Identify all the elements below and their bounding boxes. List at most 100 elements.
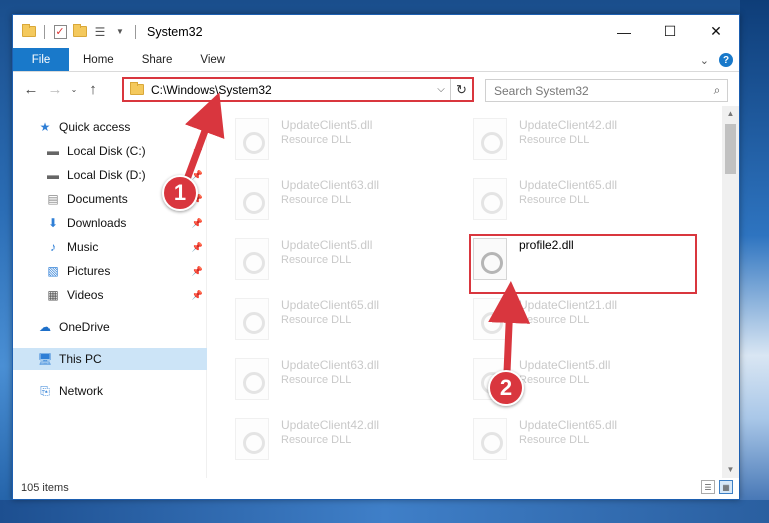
desktop-background-right: [740, 0, 769, 523]
scroll-up-icon[interactable]: ▲: [722, 106, 739, 122]
file-name: UpdateClient5.dll: [281, 238, 373, 252]
file-list: UpdateClient5.dll Resource DLL UpdateClie…: [207, 106, 739, 478]
pin-icon[interactable]: 📌: [192, 266, 203, 277]
close-button[interactable]: ✕: [693, 15, 739, 48]
network-icon: ⎘: [40, 383, 50, 398]
navigation-buttons: ← → ⌄ ↑: [13, 79, 125, 99]
sidebar-item-downloads[interactable]: ⬇ Downloads 📌: [13, 212, 207, 234]
customize-toolbar-icon[interactable]: ▼: [112, 24, 128, 40]
sidebar-item-this-pc[interactable]: 🖥 This PC: [13, 348, 207, 370]
main-area: ★ Quick access ▬ Local Disk (C:) 📌 ▬ Loc…: [13, 106, 739, 478]
search-placeholder: Search System32: [494, 83, 589, 98]
cloud-icon: ☁: [39, 320, 51, 334]
file-item[interactable]: UpdateClient65.dll Resource DLL: [473, 178, 703, 228]
vertical-scrollbar[interactable]: ▲ ▼: [722, 106, 739, 478]
sidebar-item-quick-access[interactable]: ★ Quick access: [13, 116, 207, 138]
file-item[interactable]: UpdateClient63.dll Resource DLL: [235, 358, 465, 408]
file-item[interactable]: UpdateClient42.dll Resource DLL: [473, 118, 703, 168]
file-item[interactable]: UpdateClient5.dll Resource DLL: [235, 238, 465, 288]
new-folder-icon[interactable]: [72, 24, 88, 40]
details-view-icon[interactable]: ☰: [701, 480, 715, 494]
file-type: Resource DLL: [519, 134, 590, 146]
file-name: UpdateClient5.dll: [519, 358, 611, 372]
sidebar-item-label: Pictures: [67, 264, 111, 278]
sidebar-item-local-disk-c[interactable]: ▬ Local Disk (C:) 📌: [13, 140, 207, 162]
tab-view[interactable]: View: [186, 48, 239, 71]
help-icon[interactable]: ?: [719, 53, 733, 67]
pin-icon[interactable]: 📌: [192, 218, 203, 229]
maximize-button[interactable]: ☐: [647, 15, 693, 48]
forward-arrow-icon[interactable]: →: [45, 79, 65, 99]
tab-file[interactable]: File: [13, 48, 69, 71]
sidebar-item-label: Quick access: [59, 120, 131, 134]
file-name: UpdateClient63.dll: [281, 358, 380, 372]
status-bar: 105 items ☰ ▦: [13, 477, 739, 499]
view-options-icon[interactable]: ☰: [92, 24, 108, 40]
sidebar-item-music[interactable]: ♪ Music 📌: [13, 236, 207, 258]
pin-icon[interactable]: 📌: [192, 290, 203, 301]
file-name: UpdateClient65.dll: [519, 178, 618, 192]
dll-file-icon: [473, 178, 507, 220]
file-type: Resource DLL: [281, 434, 352, 446]
minimize-button[interactable]: —: [601, 15, 647, 48]
file-name: UpdateClient21.dll: [519, 298, 618, 312]
back-arrow-icon[interactable]: ←: [21, 79, 41, 99]
folder-icon[interactable]: [21, 24, 37, 40]
dll-file-icon: [235, 418, 269, 460]
recent-locations-icon[interactable]: ⌄: [69, 79, 79, 99]
file-item[interactable]: UpdateClient21.dll Resource DLL: [473, 298, 703, 348]
sidebar-item-label: Music: [67, 240, 99, 254]
scroll-down-icon[interactable]: ▼: [722, 462, 739, 478]
file-item[interactable]: UpdateClient65.dll Resource DLL: [473, 418, 703, 468]
address-path[interactable]: C:\Windows\System32: [151, 83, 432, 97]
file-item[interactable]: UpdateClient5.dll Resource DLL: [235, 118, 465, 168]
desktop-background-bottom: [0, 500, 769, 523]
address-dropdown-icon[interactable]: ⌵: [432, 84, 450, 95]
step-badge-2: 2: [488, 370, 524, 406]
tab-home[interactable]: Home: [69, 48, 128, 71]
file-name: UpdateClient5.dll: [281, 118, 373, 132]
sidebar-item-label: Downloads: [67, 216, 127, 230]
refresh-icon[interactable]: ↻: [450, 79, 472, 100]
dll-file-icon: [235, 238, 269, 280]
item-count: 105 items: [21, 482, 69, 494]
dll-file-icon: [235, 298, 269, 340]
dll-file-icon: [473, 118, 507, 160]
large-icons-view-icon[interactable]: ▦: [719, 480, 733, 494]
file-item[interactable]: UpdateClient63.dll Resource DLL: [235, 178, 465, 228]
up-arrow-icon[interactable]: ↑: [83, 79, 103, 99]
search-input[interactable]: Search System32 ⌕: [485, 79, 728, 102]
file-type: Resource DLL: [519, 194, 590, 206]
pin-icon[interactable]: 📌: [192, 242, 203, 253]
sidebar-item-network[interactable]: ⎘ Network: [13, 380, 207, 402]
file-name: UpdateClient42.dll: [519, 118, 618, 132]
address-bar[interactable]: C:\Windows\System32 ⌵ ↻: [122, 77, 474, 102]
sidebar-item-label: Documents: [67, 192, 128, 206]
sidebar-item-label: Network: [59, 384, 104, 398]
properties-icon[interactable]: ✓: [52, 24, 68, 40]
download-icon: ⬇: [47, 216, 59, 230]
sidebar-item-label: Local Disk (C:): [67, 144, 146, 158]
videos-icon: ▦: [47, 288, 59, 302]
sidebar-item-label: OneDrive: [59, 320, 110, 334]
sidebar-item-label: Local Disk (D:): [67, 168, 146, 182]
step-badge-1: 1: [162, 175, 198, 211]
ribbon-tabs: File Home Share View ⌄ ?: [13, 48, 739, 72]
scrollbar-thumb[interactable]: [725, 124, 736, 174]
window-title: System32: [147, 24, 203, 39]
drive-icon: ▬: [47, 144, 59, 158]
sidebar-item-onedrive[interactable]: ☁ OneDrive: [13, 316, 207, 338]
tab-share[interactable]: Share: [128, 48, 187, 71]
search-icon[interactable]: ⌕: [707, 83, 727, 98]
sidebar-item-pictures[interactable]: ▧ Pictures 📌: [13, 260, 207, 282]
folder-icon: [130, 82, 144, 95]
file-item[interactable]: UpdateClient42.dll Resource DLL: [235, 418, 465, 468]
file-name: UpdateClient42.dll: [281, 418, 380, 432]
chevron-down-icon[interactable]: ⌄: [700, 54, 709, 67]
sidebar-item-videos[interactable]: ▦ Videos 📌: [13, 284, 207, 306]
pin-icon[interactable]: 📌: [192, 146, 203, 157]
file-type: Resource DLL: [519, 314, 590, 326]
file-item[interactable]: UpdateClient65.dll Resource DLL: [235, 298, 465, 348]
pin-icon[interactable]: 📌: [192, 170, 203, 181]
star-icon: ★: [39, 120, 51, 134]
